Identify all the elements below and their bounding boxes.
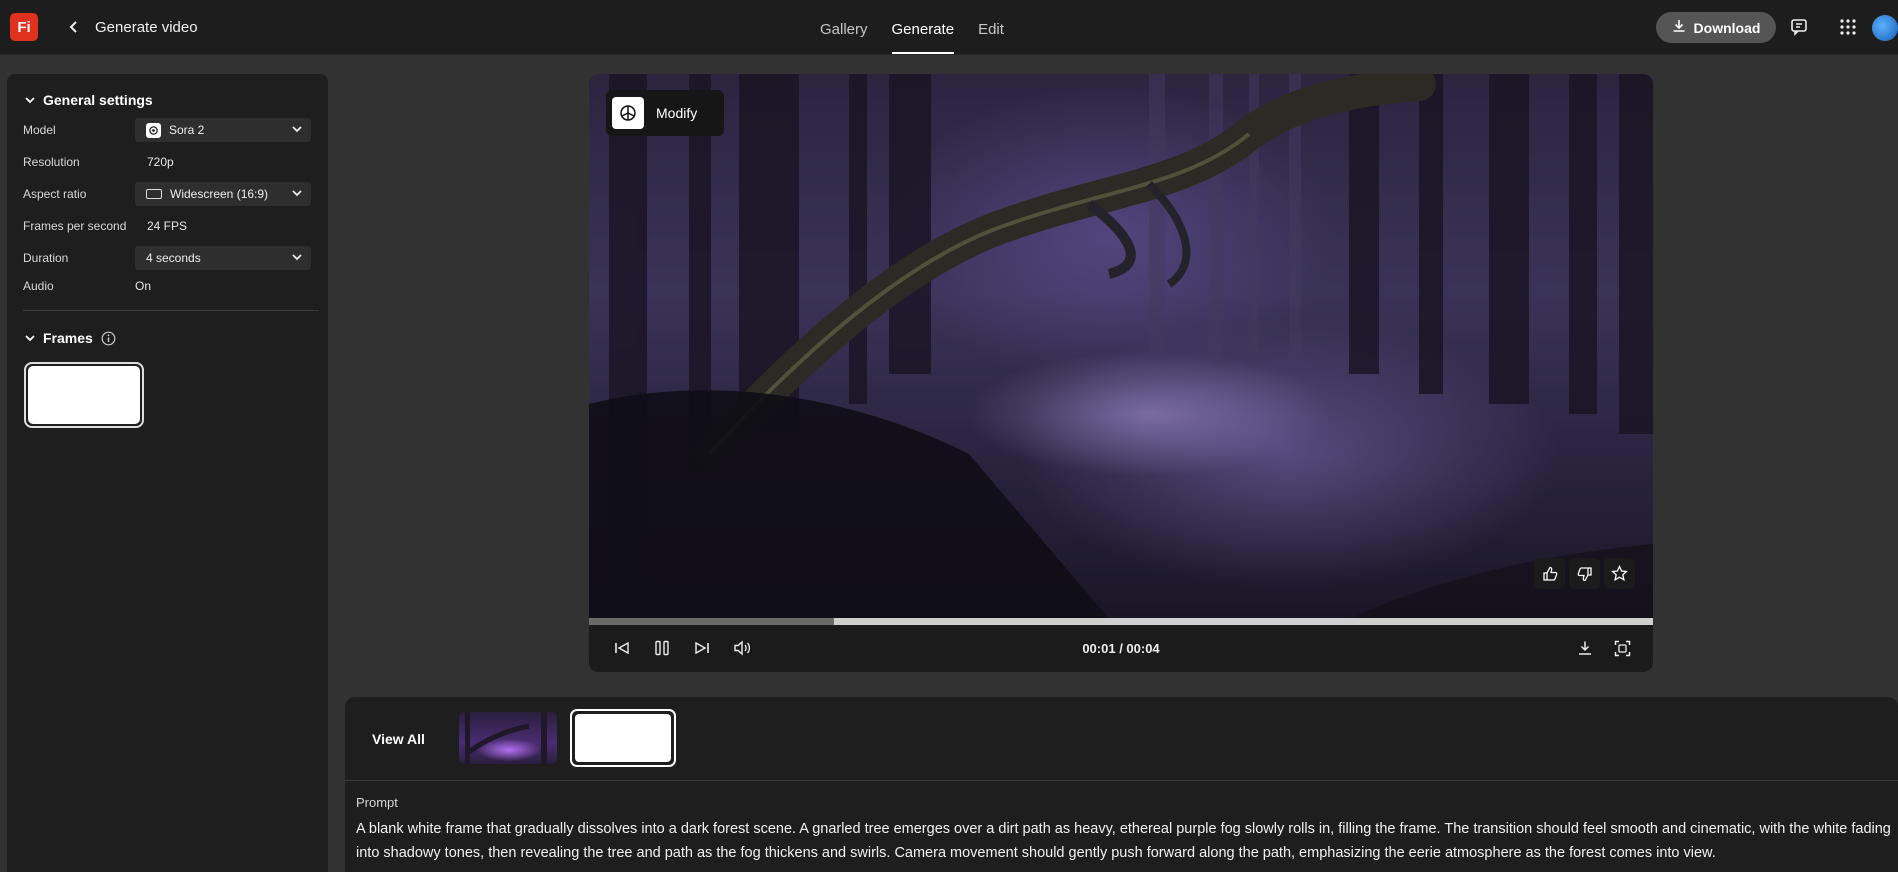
top-bar: Fi Generate video Gallery Generate Edit … <box>0 0 1898 55</box>
progress-bar[interactable] <box>589 618 1653 625</box>
fullscreen-icon[interactable] <box>1611 637 1633 659</box>
aspect-ratio-value: Widescreen (16:9) <box>170 187 269 201</box>
openai-icon <box>146 122 161 138</box>
general-settings-title: General settings <box>43 92 153 108</box>
thumbs-up-icon[interactable] <box>1534 558 1565 589</box>
frames-header[interactable]: Frames <box>25 330 116 346</box>
chevron-down-icon <box>292 126 302 133</box>
generation-thumbnail-selected[interactable] <box>570 709 676 767</box>
modify-label: Modify <box>656 105 698 121</box>
audio-label: Audio <box>23 279 54 293</box>
generations-panel: View All Prompt A blank white frame that… <box>345 697 1898 872</box>
view-all-button[interactable]: View All <box>372 731 425 747</box>
divider <box>23 310 319 311</box>
chevron-down-icon <box>292 254 302 261</box>
frames-title: Frames <box>43 330 93 346</box>
settings-sidebar: General settings Model Sora 2 Resolution… <box>7 74 328 872</box>
generation-thumbnail[interactable] <box>459 712 557 764</box>
prompt-label: Prompt <box>356 795 398 810</box>
thumbs-down-icon[interactable] <box>1569 558 1600 589</box>
chevron-down-icon <box>25 335 35 342</box>
page-title: Generate video <box>95 19 198 36</box>
download-icon <box>1672 19 1686 36</box>
frame-thumbnail[interactable] <box>24 362 144 428</box>
star-icon[interactable] <box>1604 558 1635 589</box>
duration-value: 4 seconds <box>146 251 201 265</box>
model-label: Model <box>23 123 56 137</box>
audio-value[interactable]: On <box>135 279 151 293</box>
resolution-label: Resolution <box>23 155 80 169</box>
firefly-logo[interactable]: Fi <box>10 13 38 41</box>
resolution-value: 720p <box>147 155 174 169</box>
download-label: Download <box>1693 19 1761 36</box>
apps-grid-icon[interactable] <box>1837 16 1859 38</box>
aspect-ratio-select[interactable]: Widescreen (16:9) <box>135 182 311 206</box>
modify-button[interactable]: Modify <box>606 90 724 136</box>
player-controls: 00:01 / 00:04 <box>589 625 1653 672</box>
tab-edit[interactable]: Edit <box>978 0 1004 54</box>
download-button[interactable]: Download <box>1656 12 1776 43</box>
aspect-ratio-label: Aspect ratio <box>23 187 87 201</box>
model-select[interactable]: Sora 2 <box>135 118 311 142</box>
duration-label: Duration <box>23 251 69 265</box>
video-preview[interactable]: Modify <box>589 74 1653 619</box>
prompt-text[interactable]: A blank white frame that gradually disso… <box>356 817 1891 865</box>
progress-fill <box>589 618 834 625</box>
chevron-down-icon <box>25 97 35 104</box>
openai-icon <box>612 97 644 129</box>
forest-thumbnail-image <box>465 712 547 764</box>
chevron-down-icon <box>292 190 302 197</box>
playback-time: 00:01 / 00:04 <box>1082 641 1160 656</box>
chevron-left-icon[interactable] <box>64 17 84 37</box>
info-icon[interactable] <box>101 331 116 346</box>
model-value: Sora 2 <box>169 123 205 137</box>
comment-icon[interactable] <box>1788 16 1810 38</box>
video-player: Modify 00:01 / 00:04 <box>589 74 1653 672</box>
fps-label: Frames per second <box>23 219 127 233</box>
divider <box>345 780 1898 781</box>
forest-scene <box>589 74 1653 619</box>
tab-generate[interactable]: Generate <box>891 0 955 54</box>
fps-value: 24 FPS <box>147 219 188 233</box>
avatar[interactable] <box>1872 15 1898 41</box>
download-icon[interactable] <box>1574 637 1596 659</box>
widescreen-icon <box>146 189 162 199</box>
tab-gallery[interactable]: Gallery <box>820 0 868 54</box>
duration-select[interactable]: 4 seconds <box>135 246 311 270</box>
general-settings-header[interactable]: General settings <box>25 92 153 108</box>
main-tabs: Gallery Generate Edit <box>820 0 1004 55</box>
